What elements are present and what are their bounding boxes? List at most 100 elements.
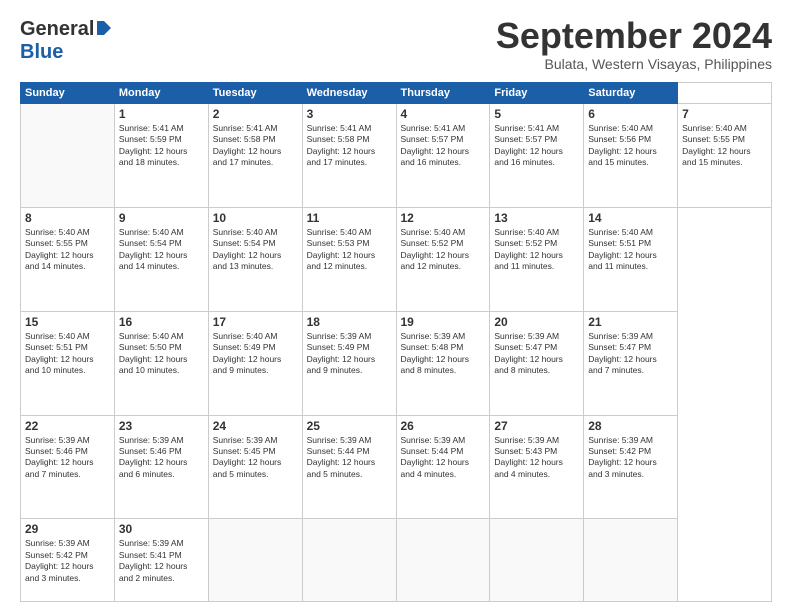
day-number: 16 (119, 315, 204, 329)
day-number: 5 (494, 107, 579, 121)
cell-info: Sunrise: 5:40 AMSunset: 5:52 PMDaylight:… (401, 227, 486, 273)
day-number: 27 (494, 419, 579, 433)
cell-info: Sunrise: 5:40 AMSunset: 5:55 PMDaylight:… (682, 123, 767, 169)
day-number: 26 (401, 419, 486, 433)
cell-info: Sunrise: 5:39 AMSunset: 5:46 PMDaylight:… (119, 435, 204, 481)
calendar-cell: 26 Sunrise: 5:39 AMSunset: 5:44 PMDayligh… (396, 415, 490, 519)
day-number: 10 (213, 211, 298, 225)
calendar-cell: 7 Sunrise: 5:40 AMSunset: 5:55 PMDaylight… (678, 104, 772, 208)
calendar-cell: 17Sunrise: 5:40 AMSunset: 5:49 PMDayligh… (208, 311, 302, 415)
day-number: 22 (25, 419, 110, 433)
day-number: 11 (307, 211, 392, 225)
day-number: 17 (213, 315, 298, 329)
calendar: SundayMondayTuesdayWednesdayThursdayFrid… (20, 82, 772, 602)
cell-info: Sunrise: 5:40 AMSunset: 5:53 PMDaylight:… (307, 227, 392, 273)
day-number: 29 (25, 522, 110, 536)
cell-info: Sunrise: 5:40 AMSunset: 5:52 PMDaylight:… (494, 227, 579, 273)
day-number: 6 (588, 107, 673, 121)
day-number: 24 (213, 419, 298, 433)
weekday-header: Friday (490, 83, 584, 104)
cell-info: Sunrise: 5:41 AMSunset: 5:57 PMDaylight:… (401, 123, 486, 169)
calendar-week-row: 1 Sunrise: 5:41 AMSunset: 5:59 PMDaylight… (21, 104, 772, 208)
day-number: 13 (494, 211, 579, 225)
calendar-cell (208, 519, 302, 602)
cell-info: Sunrise: 5:39 AMSunset: 5:45 PMDaylight:… (213, 435, 298, 481)
logo-blue: Blue (20, 41, 63, 63)
day-number: 8 (25, 211, 110, 225)
calendar-cell: 1 Sunrise: 5:41 AMSunset: 5:59 PMDaylight… (114, 104, 208, 208)
calendar-week-row: 22 Sunrise: 5:39 AMSunset: 5:46 PMDayligh… (21, 415, 772, 519)
cell-info: Sunrise: 5:39 AMSunset: 5:43 PMDaylight:… (494, 435, 579, 481)
day-number: 30 (119, 522, 204, 536)
calendar-week-row: 8 Sunrise: 5:40 AMSunset: 5:55 PMDaylight… (21, 207, 772, 311)
cell-info: Sunrise: 5:40 AMSunset: 5:55 PMDaylight:… (25, 227, 110, 273)
day-number: 25 (307, 419, 392, 433)
calendar-cell: 21 Sunrise: 5:39 AMSunset: 5:47 PMDayligh… (584, 311, 678, 415)
cell-info: Sunrise: 5:40 AMSunset: 5:54 PMDaylight:… (213, 227, 298, 273)
title-block: September 2024 Bulata, Western Visayas, … (496, 18, 772, 72)
calendar-cell: 20 Sunrise: 5:39 AMSunset: 5:47 PMDayligh… (490, 311, 584, 415)
calendar-cell: 22 Sunrise: 5:39 AMSunset: 5:46 PMDayligh… (21, 415, 115, 519)
cell-info: Sunrise: 5:39 AMSunset: 5:47 PMDaylight:… (494, 331, 579, 377)
calendar-cell: 11 Sunrise: 5:40 AMSunset: 5:53 PMDayligh… (302, 207, 396, 311)
page: General Blue September 2024 Bulata, West… (0, 0, 792, 612)
cell-info: Sunrise: 5:41 AMSunset: 5:59 PMDaylight:… (119, 123, 204, 169)
cell-info: Sunrise: 5:39 AMSunset: 5:42 PMDaylight:… (588, 435, 673, 481)
calendar-cell: 28Sunrise: 5:39 AMSunset: 5:42 PMDayligh… (584, 415, 678, 519)
day-number: 15 (25, 315, 110, 329)
day-number: 14 (588, 211, 673, 225)
day-number: 19 (401, 315, 486, 329)
day-number: 20 (494, 315, 579, 329)
cell-info: Sunrise: 5:40 AMSunset: 5:56 PMDaylight:… (588, 123, 673, 169)
cell-info: Sunrise: 5:39 AMSunset: 5:42 PMDaylight:… (25, 538, 110, 584)
cell-info: Sunrise: 5:41 AMSunset: 5:58 PMDaylight:… (213, 123, 298, 169)
day-number: 3 (307, 107, 392, 121)
calendar-cell: 15 Sunrise: 5:40 AMSunset: 5:51 PMDayligh… (21, 311, 115, 415)
day-number: 1 (119, 107, 204, 121)
calendar-week-row: 29 Sunrise: 5:39 AMSunset: 5:42 PMDayligh… (21, 519, 772, 602)
weekday-header: Monday (114, 83, 208, 104)
cell-info: Sunrise: 5:39 AMSunset: 5:46 PMDaylight:… (25, 435, 110, 481)
calendar-header-row: SundayMondayTuesdayWednesdayThursdayFrid… (21, 83, 772, 104)
calendar-cell (21, 104, 115, 208)
day-number: 18 (307, 315, 392, 329)
logo: General Blue (20, 18, 113, 64)
month-title: September 2024 (496, 18, 772, 54)
cell-info: Sunrise: 5:41 AMSunset: 5:58 PMDaylight:… (307, 123, 392, 169)
calendar-cell: 9Sunrise: 5:40 AMSunset: 5:54 PMDaylight… (114, 207, 208, 311)
cell-info: Sunrise: 5:40 AMSunset: 5:51 PMDaylight:… (25, 331, 110, 377)
cell-info: Sunrise: 5:39 AMSunset: 5:47 PMDaylight:… (588, 331, 673, 377)
day-number: 4 (401, 107, 486, 121)
day-number: 21 (588, 315, 673, 329)
calendar-cell: 14 Sunrise: 5:40 AMSunset: 5:51 PMDayligh… (584, 207, 678, 311)
cell-info: Sunrise: 5:40 AMSunset: 5:50 PMDaylight:… (119, 331, 204, 377)
day-number: 23 (119, 419, 204, 433)
calendar-cell (302, 519, 396, 602)
weekday-header: Sunday (21, 83, 115, 104)
calendar-cell: 18Sunrise: 5:39 AMSunset: 5:49 PMDayligh… (302, 311, 396, 415)
calendar-week-row: 15 Sunrise: 5:40 AMSunset: 5:51 PMDayligh… (21, 311, 772, 415)
calendar-cell: 24 Sunrise: 5:39 AMSunset: 5:45 PMDayligh… (208, 415, 302, 519)
weekday-header: Thursday (396, 83, 490, 104)
calendar-cell: 13 Sunrise: 5:40 AMSunset: 5:52 PMDayligh… (490, 207, 584, 311)
calendar-cell: 16 Sunrise: 5:40 AMSunset: 5:50 PMDayligh… (114, 311, 208, 415)
cell-info: Sunrise: 5:40 AMSunset: 5:51 PMDaylight:… (588, 227, 673, 273)
cell-info: Sunrise: 5:39 AMSunset: 5:41 PMDaylight:… (119, 538, 204, 584)
weekday-header: Tuesday (208, 83, 302, 104)
cell-info: Sunrise: 5:39 AMSunset: 5:44 PMDaylight:… (307, 435, 392, 481)
logo-general: General (20, 18, 94, 41)
logo-icon (95, 19, 113, 37)
day-number: 7 (682, 107, 767, 121)
calendar-cell: 2Sunrise: 5:41 AMSunset: 5:58 PMDaylight… (208, 104, 302, 208)
weekday-header: Wednesday (302, 83, 396, 104)
location: Bulata, Western Visayas, Philippines (496, 56, 772, 72)
calendar-cell: 6 Sunrise: 5:40 AMSunset: 5:56 PMDaylight… (584, 104, 678, 208)
cell-info: Sunrise: 5:39 AMSunset: 5:44 PMDaylight:… (401, 435, 486, 481)
cell-info: Sunrise: 5:39 AMSunset: 5:48 PMDaylight:… (401, 331, 486, 377)
header: General Blue September 2024 Bulata, West… (20, 18, 772, 72)
calendar-cell (584, 519, 678, 602)
calendar-cell: 25 Sunrise: 5:39 AMSunset: 5:44 PMDayligh… (302, 415, 396, 519)
calendar-cell (490, 519, 584, 602)
cell-info: Sunrise: 5:41 AMSunset: 5:57 PMDaylight:… (494, 123, 579, 169)
calendar-cell: 3 Sunrise: 5:41 AMSunset: 5:58 PMDaylight… (302, 104, 396, 208)
